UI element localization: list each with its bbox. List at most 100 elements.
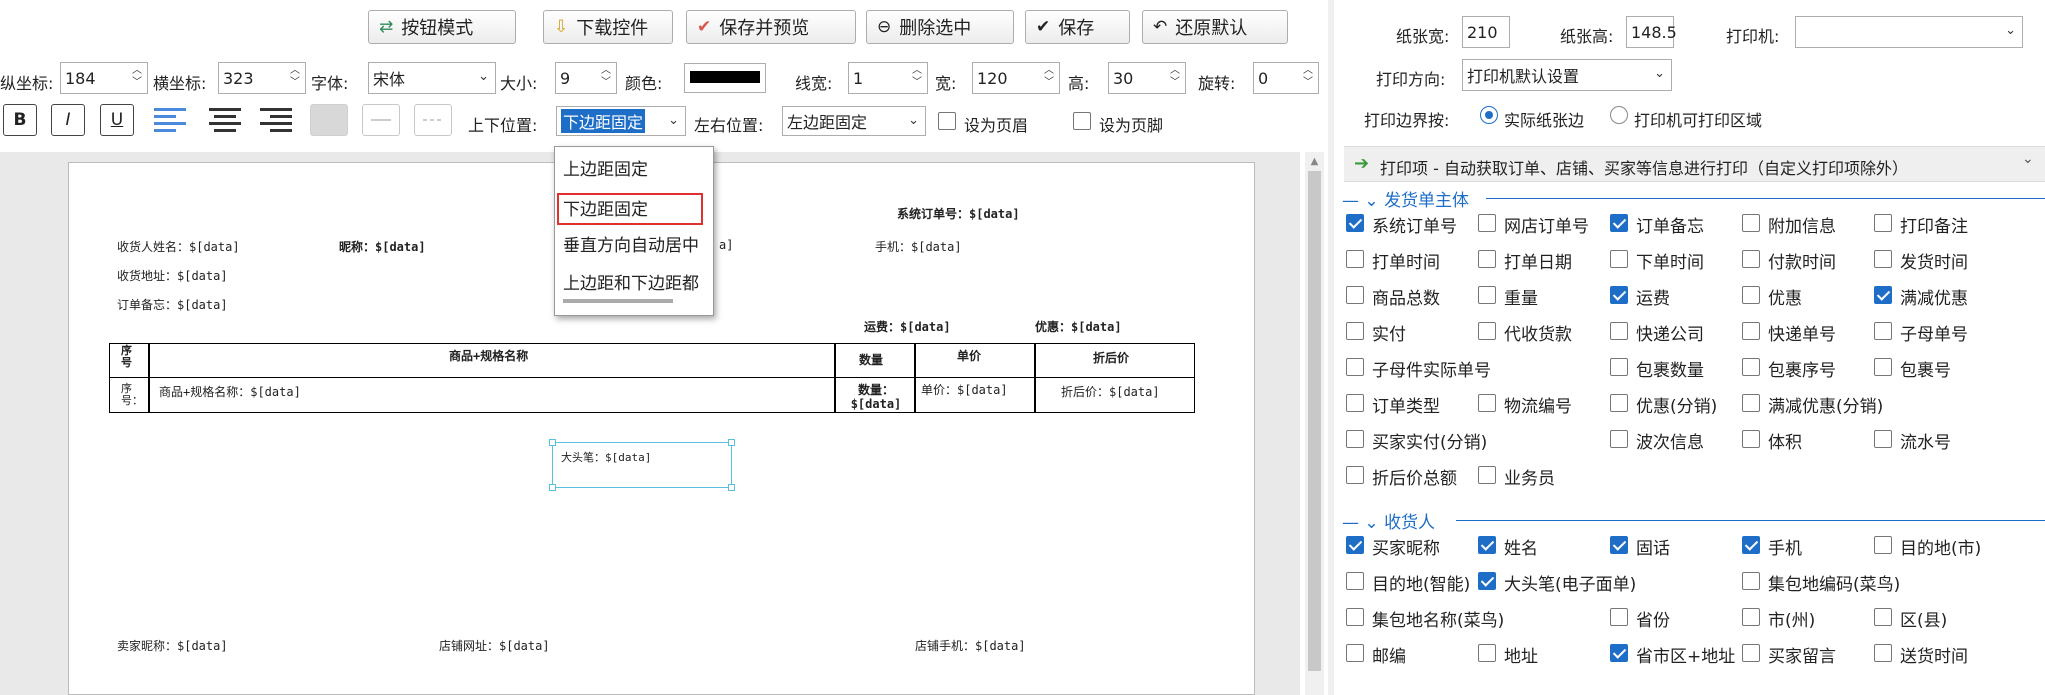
bold-button[interactable]: B	[3, 104, 37, 136]
spin-arrows-icon[interactable]: ︿ ﹀	[1301, 65, 1315, 89]
align-left-icon[interactable]	[152, 104, 188, 136]
spin-arrows-icon[interactable]: ︿ ﹀	[910, 65, 924, 89]
checkbox[interactable]	[1610, 394, 1628, 412]
checkbox[interactable]	[1742, 394, 1760, 412]
dropdown-scrollbar[interactable]	[563, 299, 673, 303]
delete-selected-button[interactable]: ⊖ 删除选中	[866, 10, 1014, 44]
checkbox[interactable]	[1742, 358, 1760, 376]
paper-height-input[interactable]: 148.5	[1626, 16, 1677, 48]
checkbox[interactable]	[1610, 322, 1628, 340]
checkbox[interactable]	[1874, 430, 1892, 448]
y-coord-input[interactable]: 184 ︿ ﹀	[60, 62, 148, 94]
linewidth-input[interactable]: 1 ︿ ﹀	[848, 62, 928, 94]
spin-arrows-icon[interactable]: ︿ ﹀	[1042, 65, 1056, 89]
checkbox[interactable]	[1610, 536, 1628, 554]
checkbox[interactable]	[1742, 608, 1760, 626]
spin-arrows-icon[interactable]: ︿ ﹀	[130, 65, 144, 89]
fill-button[interactable]	[310, 104, 348, 136]
phone-field[interactable]: 手机：$[data]	[875, 238, 962, 255]
address-field[interactable]: 收货地址：$[data]	[117, 267, 228, 284]
line-style-button[interactable]	[362, 104, 400, 136]
header-checkbox[interactable]	[938, 112, 956, 130]
checkbox[interactable]	[1478, 214, 1496, 232]
discount-field[interactable]: 优惠：$[data]	[1035, 318, 1122, 335]
dropdown-option[interactable]: 下边距固定	[557, 193, 703, 225]
checkbox[interactable]	[1346, 358, 1364, 376]
italic-button[interactable]: I	[51, 104, 85, 136]
checkbox[interactable]	[1742, 322, 1760, 340]
font-select[interactable]: 宋体 ⌄	[368, 62, 496, 94]
checkbox[interactable]	[1874, 536, 1892, 554]
checkbox[interactable]	[1874, 214, 1892, 232]
border-radio-printer[interactable]	[1610, 106, 1628, 124]
vpos-dropdown-list[interactable]: 上边距固定 下边距固定 垂直方向自动居中 上边距和下边距都	[554, 146, 714, 316]
save-preview-button[interactable]: ✔ 保存并预览	[686, 10, 856, 44]
x-coord-input[interactable]: 323 ︿ ﹀	[218, 62, 306, 94]
checkbox[interactable]	[1610, 358, 1628, 376]
restore-default-button[interactable]: ↶ 还原默认	[1142, 10, 1288, 44]
align-right-icon[interactable]	[258, 104, 294, 136]
save-button[interactable]: ✔ 保存	[1025, 10, 1130, 44]
checkbox[interactable]	[1610, 214, 1628, 232]
checkbox[interactable]	[1478, 572, 1496, 590]
resize-handle[interactable]	[549, 484, 556, 491]
checkbox[interactable]	[1742, 644, 1760, 662]
checkbox[interactable]	[1610, 286, 1628, 304]
checkbox[interactable]	[1478, 644, 1496, 662]
shop-phone-field[interactable]: 店铺手机：$[data]	[915, 637, 1026, 654]
orientation-select[interactable]: 打印机默认设置 ⌄	[1462, 59, 1672, 91]
checkbox[interactable]	[1742, 214, 1760, 232]
checkbox[interactable]	[1742, 430, 1760, 448]
border-radio-paper[interactable]	[1480, 106, 1498, 124]
checkbox[interactable]	[1874, 322, 1892, 340]
button-mode-button[interactable]: ⇄ 按钮模式	[368, 10, 516, 44]
checkbox[interactable]	[1478, 286, 1496, 304]
dropdown-option[interactable]: 上边距和下边距都	[561, 269, 707, 301]
checkbox[interactable]	[1610, 250, 1628, 268]
rotate-input[interactable]: 0 ︿ ﹀	[1253, 62, 1319, 94]
seller-nick-field[interactable]: 卖家昵称：$[data]	[117, 637, 228, 654]
section-header[interactable]: — ⌄ 收货人	[1342, 508, 1435, 533]
collapse-chevron-icon[interactable]: — ⌄	[1342, 191, 1384, 211]
shop-url-field[interactable]: 店铺网址：$[data]	[439, 637, 550, 654]
vpos-select[interactable]: 下边距固定 ⌄	[556, 106, 686, 136]
footer-checkbox[interactable]	[1073, 112, 1091, 130]
color-picker[interactable]	[684, 63, 766, 93]
checkbox[interactable]	[1346, 536, 1364, 554]
checkbox[interactable]	[1610, 608, 1628, 626]
hpos-select[interactable]: 左边距固定 ⌄	[782, 106, 926, 136]
nickname-field[interactable]: 昵称：$[data]	[339, 238, 426, 255]
size-input[interactable]: 9 ︿ ﹀	[555, 62, 617, 94]
checkbox[interactable]	[1346, 394, 1364, 412]
checkbox[interactable]	[1346, 466, 1364, 484]
align-center-icon[interactable]	[207, 104, 243, 136]
checkbox[interactable]	[1874, 250, 1892, 268]
checkbox[interactable]	[1346, 430, 1364, 448]
checkbox[interactable]	[1478, 536, 1496, 554]
checkbox[interactable]	[1346, 214, 1364, 232]
download-control-button[interactable]: ⇩ 下载控件	[543, 10, 673, 44]
collapse-chevron-icon[interactable]: — ⌄	[1342, 513, 1384, 533]
resize-handle[interactable]	[728, 439, 735, 446]
big-pen-field-selected[interactable]: 大头笔：$[data]	[549, 439, 735, 491]
checkbox[interactable]	[1742, 250, 1760, 268]
checkbox[interactable]	[1742, 286, 1760, 304]
spin-arrows-icon[interactable]: ︿ ﹀	[599, 65, 613, 89]
scroll-thumb[interactable]	[1308, 171, 1321, 671]
dash-style-button[interactable]	[414, 104, 452, 136]
canvas-scrollbar[interactable]: ▲	[1305, 152, 1324, 695]
checkbox[interactable]	[1346, 286, 1364, 304]
receiver-name-field[interactable]: 收货人姓名：$[data]	[117, 238, 240, 255]
checkbox[interactable]	[1478, 466, 1496, 484]
checkbox[interactable]	[1874, 608, 1892, 626]
checkbox[interactable]	[1346, 644, 1364, 662]
height-input[interactable]: 30 ︿ ﹀	[1108, 62, 1186, 94]
print-items-header[interactable]: ➔ 打印项 - 自动获取订单、店铺、买家等信息进行打印（自定义打印项除外） ⌄	[1344, 146, 2045, 182]
goods-table[interactable]: 序号 商品+规格名称 数量 单价 折后价 序号： 商品+规格名称：$[data]…	[109, 343, 1195, 413]
resize-handle[interactable]	[728, 484, 735, 491]
printer-select[interactable]: ⌄	[1795, 16, 2023, 48]
checkbox[interactable]	[1346, 572, 1364, 590]
spin-arrows-icon[interactable]: ︿ ﹀	[288, 65, 302, 89]
checkbox[interactable]	[1874, 358, 1892, 376]
paper-width-input[interactable]: 210	[1462, 16, 1510, 48]
